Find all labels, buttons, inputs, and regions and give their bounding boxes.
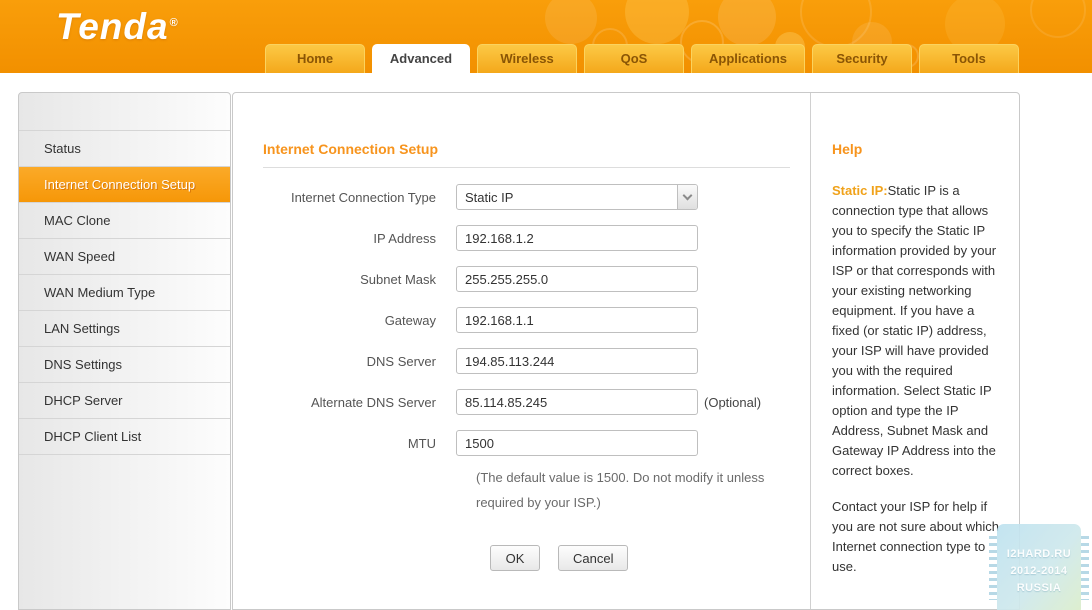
tab-wireless[interactable]: Wireless: [477, 44, 577, 73]
cancel-button[interactable]: Cancel: [558, 545, 628, 571]
sidebar-spacer: [19, 93, 230, 131]
watermark-line3: RUSSIA: [997, 580, 1081, 597]
watermark-line2: 2012-2014: [997, 563, 1081, 580]
form-row: Internet Connection Type Static IP: [263, 184, 810, 210]
mtu-note-line1: (The default value is 1500. Do not modif…: [476, 465, 810, 490]
tab-tools[interactable]: Tools: [919, 44, 1019, 73]
gateway-field[interactable]: [456, 307, 698, 333]
subnet-mask-field[interactable]: [456, 266, 698, 292]
help-paragraph-2: Contact your ISP for help if you are not…: [832, 497, 1003, 577]
form-row: Subnet Mask: [263, 266, 810, 292]
tenda-logo: Tenda®: [56, 6, 179, 48]
main-panel: Internet Connection Setup Internet Conne…: [232, 92, 1020, 610]
connection-type-select[interactable]: Static IP: [456, 184, 698, 210]
sidebar-item-internet-connection-setup[interactable]: Internet Connection Setup: [19, 167, 230, 203]
i2hard-watermark: I2HARD.RU 2012-2014 RUSSIA: [997, 524, 1081, 610]
connection-type-label: Internet Connection Type: [263, 190, 456, 205]
sidebar-item-dhcp-client-list[interactable]: DHCP Client List: [19, 419, 230, 455]
selected-option: Static IP: [457, 190, 677, 205]
sidebar-item-wan-medium-type[interactable]: WAN Medium Type: [19, 275, 230, 311]
form-row: IP Address: [263, 225, 810, 251]
form-buttons: OK Cancel: [263, 545, 810, 571]
help-paragraph-1: Static IP:Static IP is a connection type…: [832, 181, 1003, 481]
alternate-dns-server-field[interactable]: [456, 389, 698, 415]
dns-server-label: DNS Server: [263, 354, 456, 369]
mtu-label: MTU: [263, 436, 456, 451]
ok-button[interactable]: OK: [490, 545, 540, 571]
form-row: DNS Server: [263, 348, 810, 374]
alternate-dns-server-label: Alternate DNS Server: [263, 395, 456, 410]
help-term-static-ip: Static IP:: [832, 183, 888, 198]
bubble-decoration: [718, 0, 776, 46]
tab-home[interactable]: Home: [265, 44, 365, 73]
sidebar-menu: Status Internet Connection Setup MAC Clo…: [18, 92, 231, 610]
tab-advanced[interactable]: Advanced: [372, 44, 470, 73]
registered-mark: ®: [170, 17, 179, 29]
bubble-decoration: [1030, 0, 1086, 38]
app-header: Tenda® Home Advanced Wireless QoS Applic…: [0, 0, 1092, 73]
mtu-note: (The default value is 1500. Do not modif…: [476, 465, 810, 515]
sidebar-item-lan-settings[interactable]: LAN Settings: [19, 311, 230, 347]
sidebar-item-status[interactable]: Status: [19, 131, 230, 167]
ip-address-field[interactable]: [456, 225, 698, 251]
sidebar-item-dns-settings[interactable]: DNS Settings: [19, 347, 230, 383]
chevron-down-icon: [683, 190, 693, 200]
select-dropdown-button[interactable]: [677, 185, 697, 209]
gateway-label: Gateway: [263, 313, 456, 328]
sidebar-item-wan-speed[interactable]: WAN Speed: [19, 239, 230, 275]
sidebar-item-mac-clone[interactable]: MAC Clone: [19, 203, 230, 239]
form-row: Gateway: [263, 307, 810, 333]
subnet-mask-label: Subnet Mask: [263, 272, 456, 287]
help-title: Help: [832, 141, 1003, 157]
sidebar-item-dhcp-server[interactable]: DHCP Server: [19, 383, 230, 419]
router-admin-page: Tenda® Home Advanced Wireless QoS Applic…: [0, 0, 1092, 610]
internet-connection-form: Internet Connection Setup Internet Conne…: [233, 93, 811, 609]
dns-server-field[interactable]: [456, 348, 698, 374]
form-row: Alternate DNS Server (Optional): [263, 389, 810, 415]
mtu-note-line2: required by your ISP.): [476, 490, 810, 515]
optional-hint: (Optional): [704, 395, 761, 410]
form-row: MTU: [263, 430, 810, 456]
help-panel: Help Static IP:Static IP is a connection…: [811, 93, 1019, 609]
watermark-line1: I2HARD.RU: [997, 546, 1081, 563]
help-text-1: Static IP is a connection type that allo…: [832, 183, 996, 478]
bubble-decoration: [545, 0, 597, 44]
tab-applications[interactable]: Applications: [691, 44, 805, 73]
mtu-field[interactable]: [456, 430, 698, 456]
main-nav-tabs: Home Advanced Wireless QoS Applications …: [265, 44, 1019, 73]
tab-qos[interactable]: QoS: [584, 44, 684, 73]
page-title: Internet Connection Setup: [263, 141, 810, 157]
tab-security[interactable]: Security: [812, 44, 912, 73]
ip-address-label: IP Address: [263, 231, 456, 246]
title-divider: [263, 167, 790, 168]
